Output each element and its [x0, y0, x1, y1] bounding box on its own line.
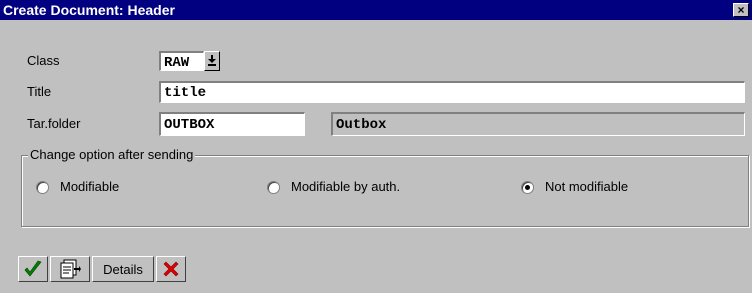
- close-button[interactable]: ×: [733, 3, 749, 17]
- document-icon: [60, 259, 81, 279]
- details-button[interactable]: Details: [92, 256, 154, 282]
- cancel-button[interactable]: [156, 256, 186, 282]
- title-label: Title: [27, 84, 52, 99]
- radio-modifiable-by-auth[interactable]: [267, 181, 280, 194]
- class-label: Class: [27, 53, 60, 68]
- folder-description: Outbox: [331, 112, 745, 136]
- title-field[interactable]: title: [159, 81, 745, 103]
- window-title: Create Document: Header: [3, 2, 175, 18]
- radio-not-modifiable-label: Not modifiable: [545, 179, 629, 194]
- checkmark-icon: [24, 260, 42, 277]
- continue-button[interactable]: [18, 256, 48, 282]
- radio-selected-dot: [525, 185, 530, 190]
- close-icon: ×: [737, 3, 745, 17]
- change-option-group-title: Change option after sending: [28, 147, 196, 162]
- class-dropdown-button[interactable]: [204, 51, 220, 71]
- document-button[interactable]: [50, 256, 90, 282]
- radio-modifiable[interactable]: [36, 181, 49, 194]
- radio-modifiable-label: Modifiable: [60, 179, 120, 194]
- cancel-icon: [163, 261, 179, 277]
- radio-modifiable-by-auth-label: Modifiable by auth.: [291, 179, 401, 194]
- folder-label: Tar.folder: [27, 116, 81, 131]
- details-button-label: Details: [103, 261, 143, 277]
- folder-field[interactable]: OUTBOX: [159, 112, 305, 136]
- window-titlebar: Create Document: Header ×: [0, 0, 752, 20]
- chevron-down-icon: [208, 55, 216, 66]
- class-field[interactable]: RAW: [159, 51, 204, 71]
- radio-not-modifiable[interactable]: [521, 181, 534, 194]
